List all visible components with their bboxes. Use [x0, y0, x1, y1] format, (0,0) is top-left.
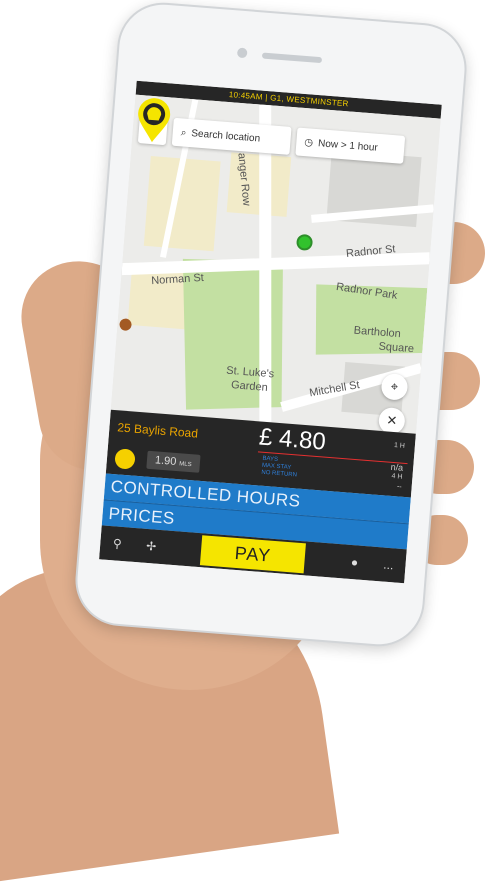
- pay-button[interactable]: PAY: [199, 535, 306, 574]
- app-screen: 10:45AM | G1, WESTMINSTER Norman St Radn…: [99, 80, 442, 584]
- rule-value: 4 H: [391, 472, 403, 481]
- price-duration: 1 H: [393, 442, 406, 450]
- route-icon: ⚲: [112, 536, 123, 551]
- search-label: Search location: [190, 127, 261, 145]
- distance-unit: MLS: [179, 461, 192, 469]
- bay-rule-values: n/a 4 H --: [389, 462, 403, 493]
- search-icon: ⌕: [180, 126, 187, 139]
- bay-address: 25 Baylis Road: [116, 420, 199, 441]
- nav-directions[interactable]: ✢: [133, 528, 170, 565]
- nav-map-pin[interactable]: ●: [336, 544, 373, 581]
- distance-badge: 1.90 MLS: [146, 450, 201, 473]
- map-pin-icon: ●: [350, 555, 359, 570]
- bay-rules: BAYS MAX STAY NO RETURN: [261, 456, 298, 480]
- locate-icon: ⌖: [390, 378, 399, 395]
- close-icon: ✕: [385, 412, 398, 429]
- map-view[interactable]: Norman St Radnor St Radnor Park Bartholo…: [110, 94, 441, 434]
- directions-icon: ✢: [145, 538, 157, 554]
- rule-value: --: [396, 483, 402, 491]
- nav-route[interactable]: ⚲: [99, 525, 136, 562]
- time-label: Now > 1 hour: [317, 137, 379, 154]
- rule-label: NO RETURN: [261, 469, 298, 479]
- nav-more[interactable]: ...: [370, 547, 407, 584]
- parking-meter-icon: [114, 448, 136, 470]
- phone: 10:45AM | G1, WESTMINSTER Norman St Radn…: [72, 0, 470, 650]
- parking-meter-pin-icon[interactable]: [132, 95, 176, 146]
- distance-value: 1.90: [154, 454, 177, 468]
- clock-icon: ◷: [303, 136, 314, 149]
